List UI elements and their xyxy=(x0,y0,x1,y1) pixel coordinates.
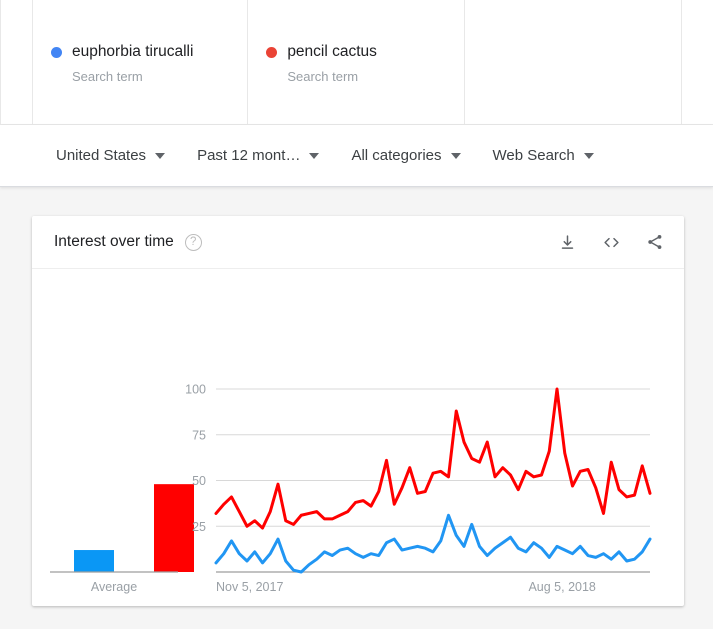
series-line xyxy=(214,387,652,530)
interest-over-time-card: Interest over time ? Average 25 50 75 10… xyxy=(32,216,684,606)
compare-term-type: Search term xyxy=(287,69,359,84)
card-header-actions xyxy=(556,231,666,253)
y-axis-tick-label: 100 xyxy=(185,383,206,397)
legend-dot-blue xyxy=(50,46,62,58)
filter-time-range[interactable]: Past 12 mont… xyxy=(197,147,320,164)
filter-category-label: All categories xyxy=(351,147,442,164)
download-icon[interactable] xyxy=(556,231,578,253)
filter-location[interactable]: United States xyxy=(56,147,166,164)
card-title: Interest over time xyxy=(54,233,174,250)
compare-terms-strip: euphorbia tirucalli Search term pencil c… xyxy=(0,0,713,125)
chevron-down-icon xyxy=(583,152,594,159)
filter-bar: United States Past 12 mont… All categori… xyxy=(0,125,713,187)
x-axis-tick-label: Aug 5, 2018 xyxy=(528,580,595,594)
compare-card-empty-slot[interactable] xyxy=(463,0,681,125)
chart-x-axis: Nov 5, 2017 Aug 5, 2018 xyxy=(216,580,596,594)
filter-time-range-label: Past 12 mont… xyxy=(197,147,301,164)
chevron-down-icon xyxy=(309,152,320,159)
series-line xyxy=(214,513,652,574)
compare-strip-right-gutter xyxy=(681,0,713,125)
compare-term-row: euphorbia tirucalli xyxy=(50,42,247,62)
y-axis-tick-label: 25 xyxy=(192,520,206,534)
embed-icon[interactable] xyxy=(600,231,622,253)
compare-card-pencil-cactus[interactable]: pencil cactus Search term xyxy=(247,0,463,125)
legend-dot-red xyxy=(266,46,278,58)
filter-location-label: United States xyxy=(56,147,147,164)
y-axis-tick-label: 75 xyxy=(192,428,206,442)
interest-over-time-chart[interactable]: Average 25 50 75 100 Nov 5, 2017 Aug 5, 2018 xyxy=(32,269,684,605)
filter-search-type[interactable]: Web Search xyxy=(493,147,594,164)
chevron-down-icon xyxy=(155,152,166,159)
filter-search-type-label: Web Search xyxy=(492,147,575,164)
chart-gridlines: 25 50 75 100 xyxy=(185,383,650,573)
average-bar xyxy=(74,550,114,572)
card-header: Interest over time ? xyxy=(32,216,684,269)
average-bar-chart: Average xyxy=(50,484,194,594)
compare-term-label: euphorbia tirucalli xyxy=(71,43,194,60)
compare-term-row: pencil cactus xyxy=(266,42,463,62)
x-axis-tick-label: Nov 5, 2017 xyxy=(216,580,283,594)
average-bar xyxy=(154,484,194,572)
chevron-down-icon xyxy=(450,152,461,159)
compare-card-euphorbia-tirucalli[interactable]: euphorbia tirucalli Search term xyxy=(31,0,247,125)
compare-term-label: pencil cactus xyxy=(287,43,377,60)
compare-term-type: Search term xyxy=(71,69,143,84)
chart-body: Average 25 50 75 100 Nov 5, 2017 Aug 5, 2018 xyxy=(32,269,684,605)
filter-category[interactable]: All categories xyxy=(351,147,461,164)
help-icon[interactable]: ? xyxy=(184,233,202,251)
compare-strip-left-gutter xyxy=(0,0,32,125)
average-label: Average xyxy=(91,580,137,594)
share-icon[interactable] xyxy=(644,231,666,253)
y-axis-tick-label: 50 xyxy=(192,474,206,488)
